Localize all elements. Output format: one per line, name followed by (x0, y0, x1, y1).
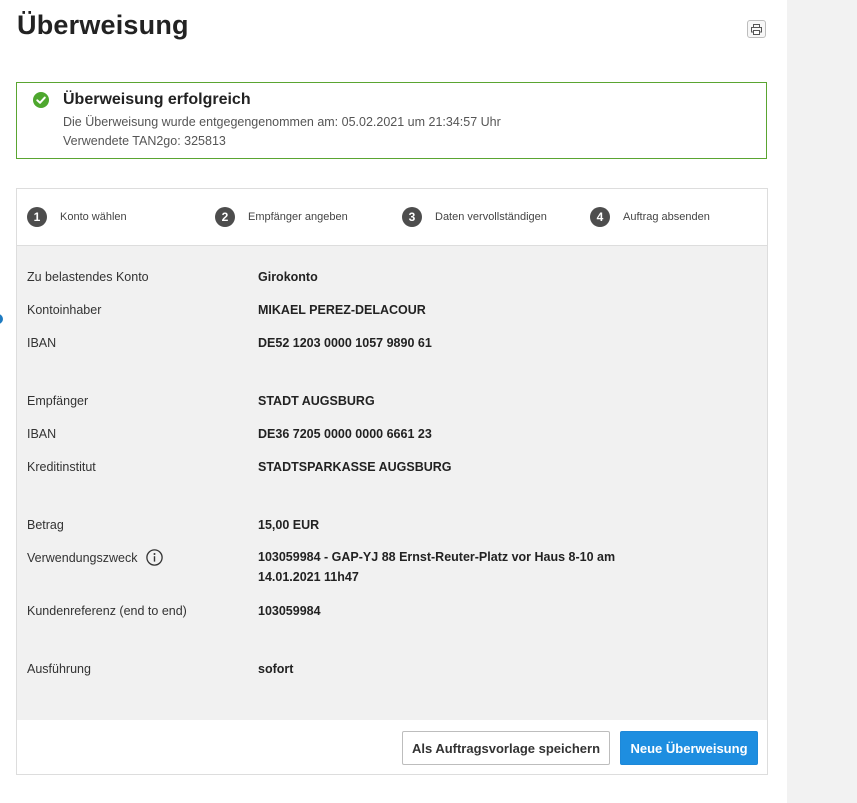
detail-label: Zu belastendes Konto (27, 270, 149, 284)
detail-label: Betrag (27, 518, 64, 532)
step-4: 4 Auftrag absenden (590, 207, 710, 227)
detail-value: 103059984 - GAP-YJ 88 Ernst-Reuter-Platz… (258, 550, 616, 584)
detail-value: STADTSPARKASSE AUGSBURG (258, 460, 452, 474)
detail-label: Verwendungszweck (27, 550, 138, 565)
detail-value: DE36 7205 0000 0000 6661 23 (258, 427, 432, 441)
detail-label: Empfänger (27, 394, 89, 408)
detail-label: IBAN (27, 336, 57, 350)
success-message: Überweisung erfolgreich Die Überweisung … (16, 82, 767, 159)
detail-value: DE52 1203 0000 1057 9890 61 (258, 336, 432, 350)
detail-label: IBAN (27, 427, 57, 441)
step-number: 3 (402, 207, 422, 227)
step-label: Empfänger angeben (248, 211, 348, 223)
step-number: 1 (27, 207, 47, 227)
step-2: 2 Empfänger angeben (215, 207, 348, 227)
info-icon[interactable] (146, 549, 164, 566)
detail-label: Kreditinstitut (27, 460, 96, 474)
detail-label-wrap: Verwendungszweck (27, 549, 164, 566)
detail-value: STADT AUGSBURG (258, 394, 375, 408)
detail-value: sofort (258, 662, 294, 676)
print-button[interactable] (747, 20, 766, 38)
transfer-summary-card: 1 Konto wählen 2 Empfänger angeben 3 Dat… (16, 188, 768, 775)
detail-label: Kontoinhaber (27, 303, 102, 317)
step-3: 3 Daten vervollständigen (402, 207, 547, 227)
right-gutter (787, 0, 857, 803)
step-number: 4 (590, 207, 610, 227)
check-circle-icon (33, 92, 49, 108)
detail-value: Girokonto (258, 270, 318, 284)
detail-label: Ausführung (27, 662, 91, 676)
step-number: 2 (215, 207, 235, 227)
detail-value: MIKAEL PEREZ-DELACOUR (258, 303, 426, 317)
success-tan: Verwendete TAN2go: 325813 (63, 134, 226, 148)
step-label: Daten vervollständigen (435, 211, 547, 223)
detail-value: 103059984 (258, 604, 321, 618)
card-footer: Als Auftragsvorlage speichern Neue Überw… (17, 720, 767, 774)
success-title: Überweisung erfolgreich (63, 91, 251, 108)
save-as-template-button[interactable]: Als Auftragsvorlage speichern (402, 731, 610, 765)
success-timestamp: Die Überweisung wurde entgegengenommen a… (63, 115, 501, 129)
progress-steps: 1 Konto wählen 2 Empfänger angeben 3 Dat… (17, 189, 767, 246)
step-1: 1 Konto wählen (27, 207, 127, 227)
page-title: Überweisung (17, 10, 189, 40)
new-transfer-button[interactable]: Neue Überweisung (620, 731, 758, 765)
detail-label: Kundenreferenz (end to end) (27, 604, 187, 618)
step-label: Auftrag absenden (623, 211, 710, 223)
printer-icon (751, 23, 762, 35)
detail-value: 15,00 EUR (258, 518, 320, 532)
step-label: Konto wählen (60, 211, 127, 223)
edge-indicator (0, 314, 3, 324)
